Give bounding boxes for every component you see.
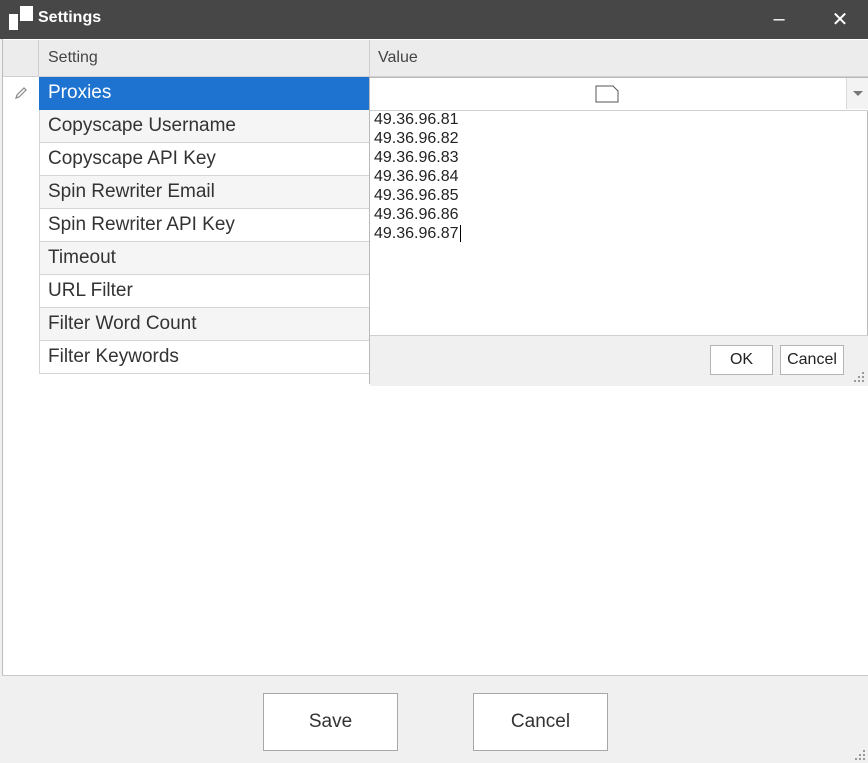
grid-row-proxies[interactable]: Proxies	[39, 77, 370, 110]
row-label: URL Filter	[48, 280, 133, 301]
popup-cancel-button[interactable]: Cancel	[780, 345, 844, 375]
pencil-icon	[15, 87, 27, 99]
proxy-line: 49.36.96.83	[374, 149, 459, 166]
grid-row-filter-word-count[interactable]: Filter Word Count	[39, 308, 370, 341]
proxy-textarea[interactable]: 49.36.96.81 49.36.96.82 49.36.96.83 49.3…	[374, 110, 461, 243]
grid-row-timeout[interactable]: Timeout	[39, 242, 370, 275]
row-label: Spin Rewriter API Key	[48, 214, 235, 235]
minimize-button[interactable]: –	[756, 0, 802, 39]
row-label: Filter Word Count	[48, 313, 197, 334]
column-header-value[interactable]: Value	[378, 40, 418, 76]
grid-row-copyscape-username[interactable]: Copyscape Username	[39, 110, 370, 143]
text-caret	[459, 225, 461, 243]
row-label: Spin Rewriter Email	[48, 181, 215, 202]
row-label: Copyscape API Key	[48, 148, 216, 169]
window-title: Settings	[38, 9, 102, 26]
title-bar: Settings – ✕	[0, 0, 868, 39]
proxy-line: 49.36.96.86	[374, 206, 459, 223]
proxy-line: 49.36.96.85	[374, 187, 459, 204]
row-label: Proxies	[48, 82, 112, 103]
grid-header: Setting Value	[3, 40, 868, 77]
popup-footer: OK Cancel	[370, 335, 868, 386]
row-label: Timeout	[48, 247, 116, 268]
grid-row-spin-rewriter-api-key[interactable]: Spin Rewriter API Key	[39, 209, 370, 242]
cancel-button[interactable]: Cancel	[473, 693, 608, 751]
row-label: Filter Keywords	[48, 346, 179, 367]
proxy-value-combo[interactable]	[370, 78, 868, 111]
resize-grip-icon[interactable]	[854, 749, 866, 761]
document-icon	[595, 85, 619, 103]
dialog-footer: Save Cancel	[2, 675, 868, 763]
proxy-line: 49.36.96.81	[374, 111, 459, 128]
resize-grip-icon[interactable]	[853, 371, 865, 383]
proxy-line: 49.36.96.82	[374, 130, 459, 147]
column-header-setting[interactable]: Setting	[48, 40, 98, 76]
close-button[interactable]: ✕	[817, 0, 863, 39]
popup-ok-button[interactable]: OK	[710, 345, 773, 375]
grid-row-copyscape-api-key[interactable]: Copyscape API Key	[39, 143, 370, 176]
save-button[interactable]: Save	[263, 693, 398, 751]
proxy-editor-popup: 49.36.96.81 49.36.96.82 49.36.96.83 49.3…	[369, 77, 868, 386]
grid-row-url-filter[interactable]: URL Filter	[39, 275, 370, 308]
grid-row-filter-keywords[interactable]: Filter Keywords	[39, 341, 370, 374]
proxy-line: 49.36.96.84	[374, 168, 459, 185]
row-label: Copyscape Username	[48, 115, 236, 136]
app-icon	[9, 6, 33, 30]
proxy-line-last: 49.36.96.87	[374, 225, 461, 243]
chevron-down-icon[interactable]	[846, 78, 868, 109]
grid-row-spin-rewriter-email[interactable]: Spin Rewriter Email	[39, 176, 370, 209]
